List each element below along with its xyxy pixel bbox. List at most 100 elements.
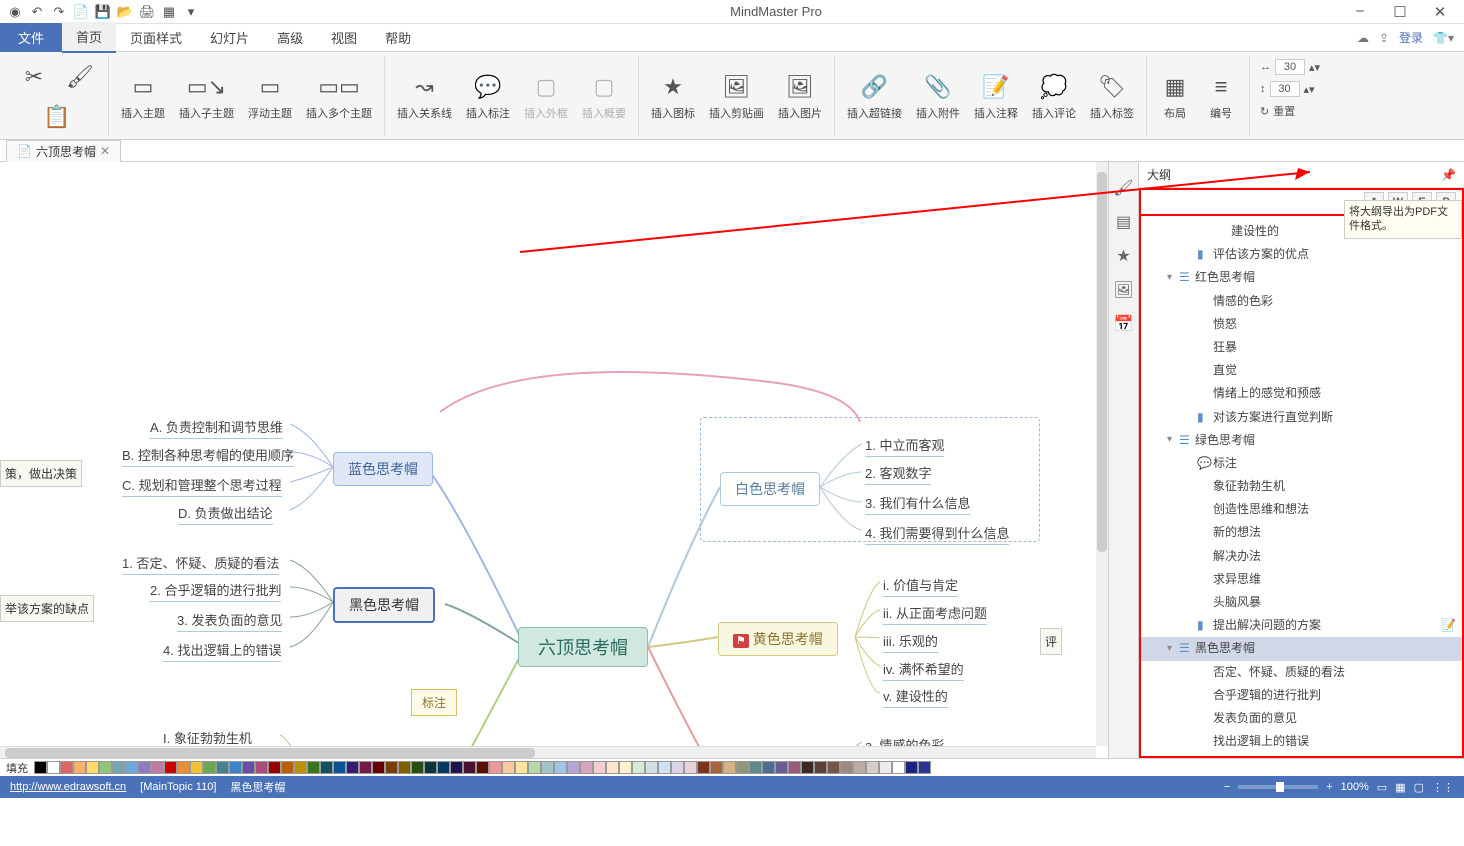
maximize-button[interactable]: ☐ xyxy=(1386,3,1414,21)
insert-icon-button[interactable]: ★插入图标 xyxy=(645,67,701,125)
zoom-out-button[interactable]: − xyxy=(1224,781,1230,793)
insert-summary-button[interactable]: ▢插入概要 xyxy=(576,67,632,125)
open-icon[interactable]: 📂 xyxy=(116,3,134,21)
color-swatch[interactable] xyxy=(762,761,775,774)
color-swatch[interactable] xyxy=(658,761,671,774)
pin-icon[interactable]: 📌 xyxy=(1441,168,1456,182)
color-swatch[interactable] xyxy=(749,761,762,774)
save-icon[interactable]: 💾 xyxy=(94,3,112,21)
outline-item[interactable]: 找出逻辑上的错误 xyxy=(1141,730,1462,753)
yellow-node[interactable]: ⚑ 黄色思考帽 xyxy=(718,622,838,656)
icon-library-icon[interactable]: ★ xyxy=(1114,246,1134,266)
color-swatch[interactable] xyxy=(320,761,333,774)
color-swatch[interactable] xyxy=(853,761,866,774)
outline-item[interactable]: 💬标注 xyxy=(1141,452,1462,475)
view-mode-2-icon[interactable]: ▦ xyxy=(1395,781,1405,794)
callout-right-1[interactable]: 评 xyxy=(1040,628,1062,655)
color-swatch[interactable] xyxy=(801,761,814,774)
insert-tag-button[interactable]: 🏷插入标签 xyxy=(1084,67,1140,125)
color-swatch[interactable] xyxy=(671,761,684,774)
cut-button[interactable]: ✂ xyxy=(12,57,56,97)
menu-advanced[interactable]: 高级 xyxy=(263,23,317,52)
color-swatch[interactable] xyxy=(164,761,177,774)
horizontal-scrollbar[interactable] xyxy=(0,746,1096,758)
outline-item[interactable]: 否定、怀疑、质疑的看法 xyxy=(1141,661,1462,684)
reset-button[interactable]: ↻重置 xyxy=(1256,101,1324,121)
color-swatch[interactable] xyxy=(346,761,359,774)
color-swatch[interactable] xyxy=(424,761,437,774)
color-swatch[interactable] xyxy=(879,761,892,774)
color-swatch[interactable] xyxy=(47,761,60,774)
callout-left-2[interactable]: 举该方案的缺点 xyxy=(0,595,94,622)
clipart-library-icon[interactable]: 🖼 xyxy=(1114,280,1134,300)
outline-icon[interactable]: ▤ xyxy=(1114,212,1134,232)
task-icon[interactable]: 📅 xyxy=(1114,314,1134,334)
insert-clipart-button[interactable]: 🖼插入剪贴画 xyxy=(703,67,770,125)
menu-page-style[interactable]: 页面样式 xyxy=(116,23,196,52)
yellow-leaf-2[interactable]: ii. 从正面考虑问题 xyxy=(883,603,987,625)
outline-item[interactable]: 直觉 xyxy=(1141,359,1462,382)
login-link[interactable]: 登录 xyxy=(1399,29,1423,46)
chevron-down-icon[interactable]: ▾ xyxy=(1167,270,1179,286)
width-spinner[interactable]: ↔30▴▾ xyxy=(1256,57,1324,77)
height-spinner[interactable]: ↕30▴▾ xyxy=(1256,79,1324,99)
insert-multiple-button[interactable]: ▭▭插入多个主题 xyxy=(300,67,378,125)
color-swatch[interactable] xyxy=(541,761,554,774)
color-swatch[interactable] xyxy=(827,761,840,774)
color-swatch[interactable] xyxy=(814,761,827,774)
color-swatch[interactable] xyxy=(580,761,593,774)
color-swatch[interactable] xyxy=(242,761,255,774)
numbering-button[interactable]: ≡编号 xyxy=(1199,67,1243,125)
color-swatch[interactable] xyxy=(567,761,580,774)
color-swatch[interactable] xyxy=(476,761,489,774)
color-swatch[interactable] xyxy=(255,761,268,774)
center-node[interactable]: 六顶思考帽 xyxy=(518,627,648,667)
color-swatch[interactable] xyxy=(203,761,216,774)
insert-note-button[interactable]: 📝插入注释 xyxy=(968,67,1024,125)
menu-help[interactable]: 帮助 xyxy=(371,23,425,52)
yellow-leaf-1[interactable]: i. 价值与肯定 xyxy=(883,575,958,597)
outline-item[interactable]: ▮对该方案进行直觉判断 xyxy=(1141,406,1462,429)
blue-node[interactable]: 蓝色思考帽 xyxy=(333,452,433,486)
outline-item[interactable]: ▾☰红色思考帽 xyxy=(1141,266,1462,289)
present-icon[interactable]: ▢ xyxy=(1414,781,1424,794)
zoom-in-button[interactable]: + xyxy=(1326,781,1332,793)
color-swatch[interactable] xyxy=(60,761,73,774)
color-swatch[interactable] xyxy=(385,761,398,774)
color-swatch[interactable] xyxy=(437,761,450,774)
new-doc-icon[interactable]: 📄 xyxy=(72,3,90,21)
qat-circle-icon[interactable]: ◉ xyxy=(6,3,24,21)
color-swatch[interactable] xyxy=(515,761,528,774)
color-swatch[interactable] xyxy=(697,761,710,774)
outline-item[interactable]: 狂暴 xyxy=(1141,336,1462,359)
insert-callout-button[interactable]: 💬插入标注 xyxy=(460,67,516,125)
copy-button[interactable]: 📋 xyxy=(35,97,79,137)
share-icon[interactable]: ⇪ xyxy=(1379,31,1389,45)
color-swatch[interactable] xyxy=(788,761,801,774)
blue-leaf-a[interactable]: A. 负责控制和调节思维 xyxy=(150,417,283,439)
color-swatch[interactable] xyxy=(905,761,918,774)
status-url[interactable]: http://www.edrawsoft.cn xyxy=(10,781,126,793)
color-swatch[interactable] xyxy=(229,761,242,774)
outline-item[interactable]: ▾☰黑色思考帽 xyxy=(1141,637,1462,660)
outline-item[interactable]: 新的想法 xyxy=(1141,521,1462,544)
black-leaf-1[interactable]: 1. 否定、怀疑、质疑的看法 xyxy=(122,553,279,575)
color-swatch[interactable] xyxy=(359,761,372,774)
color-swatch[interactable] xyxy=(918,761,931,774)
insert-image-button[interactable]: 🖼插入图片 xyxy=(772,67,828,125)
callout-left-1[interactable]: 策，做出决策 xyxy=(0,460,82,487)
color-swatch[interactable] xyxy=(840,761,853,774)
color-swatch[interactable] xyxy=(138,761,151,774)
insert-comment-button[interactable]: 💭插入评论 xyxy=(1026,67,1082,125)
blue-leaf-c[interactable]: C. 规划和管理整个思考过程 xyxy=(122,475,282,497)
color-swatch[interactable] xyxy=(684,761,697,774)
outline-item[interactable]: ▮列举该方案的缺点 xyxy=(1141,753,1462,758)
insert-topic-button[interactable]: ▭插入主题 xyxy=(115,67,171,125)
undo-icon[interactable]: ↶ xyxy=(28,3,46,21)
color-swatch[interactable] xyxy=(645,761,658,774)
outline-item[interactable]: 愤怒 xyxy=(1141,313,1462,336)
color-swatch[interactable] xyxy=(619,761,632,774)
color-swatch[interactable] xyxy=(112,761,125,774)
color-swatch[interactable] xyxy=(125,761,138,774)
color-swatch[interactable] xyxy=(463,761,476,774)
